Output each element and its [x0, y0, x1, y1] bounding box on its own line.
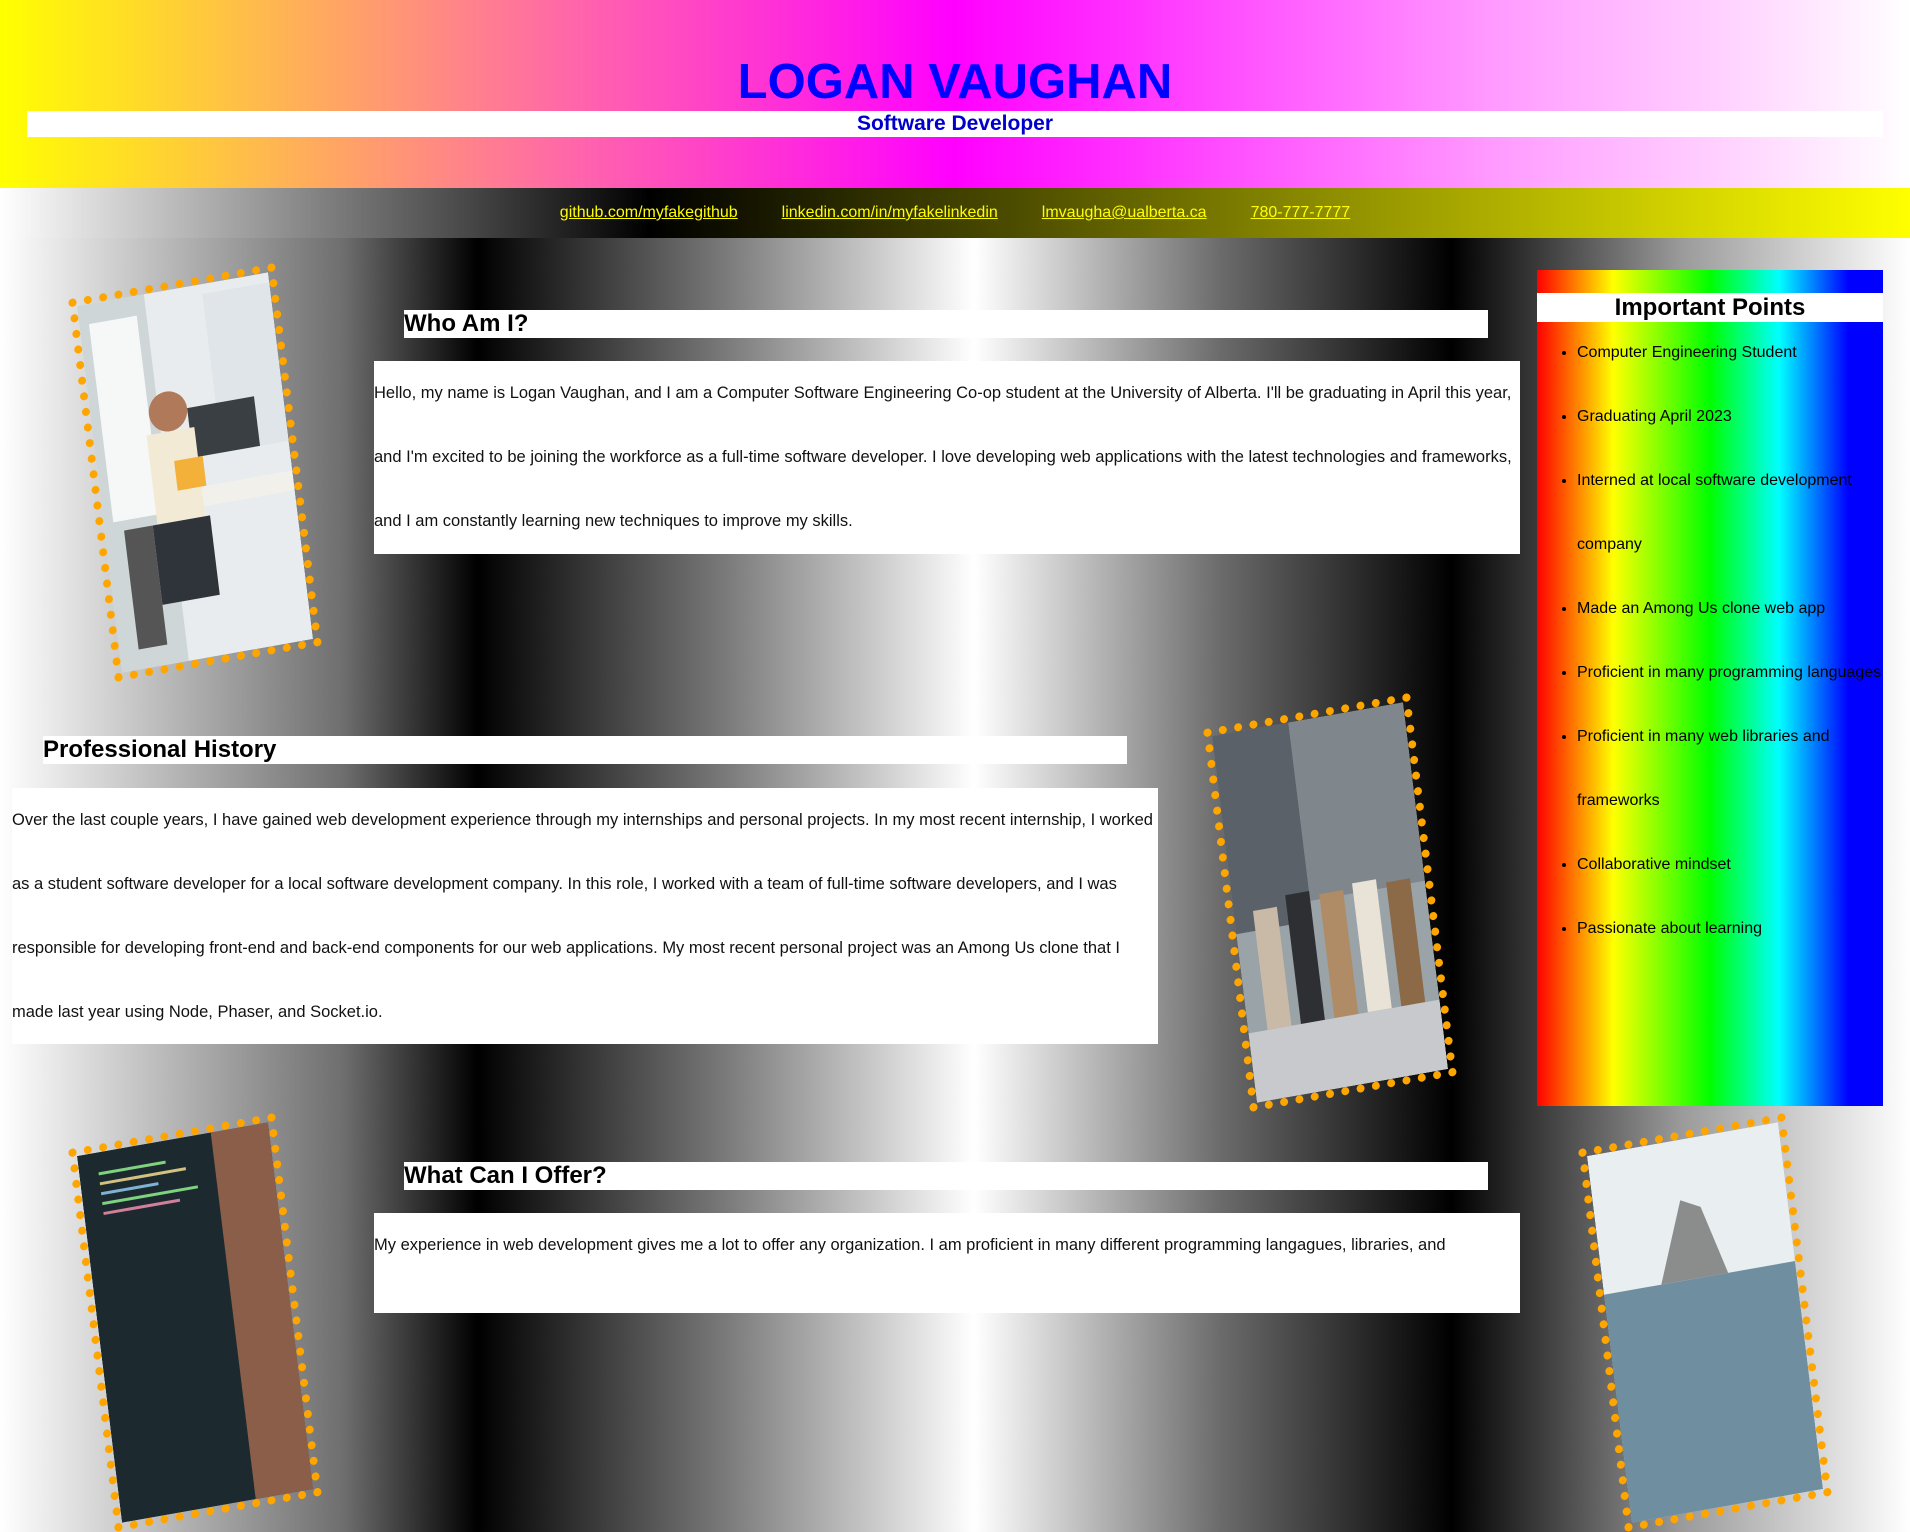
- offer-heading: What Can I Offer?: [404, 1162, 1488, 1190]
- code-photo: [68, 1112, 322, 1532]
- list-item: Collaborative mindset: [1577, 833, 1883, 897]
- phone-link[interactable]: 780-777-7777: [1251, 204, 1351, 222]
- list-item: Proficient in many programming languages: [1577, 641, 1883, 705]
- list-item: Computer Engineering Student: [1577, 321, 1883, 385]
- history-text: Over the last couple years, I have gaine…: [12, 788, 1158, 1044]
- important-points-title: Important Points: [1537, 293, 1883, 322]
- page-title: LOGAN VAUGHAN: [737, 55, 1173, 109]
- offer-text: My experience in web development gives m…: [374, 1213, 1520, 1313]
- contact-bar: github.com/myfakegithub linkedin.com/in/…: [0, 188, 1910, 238]
- list-item: Graduating April 2023: [1577, 385, 1883, 449]
- history-heading: Professional History: [43, 736, 1127, 764]
- list-item: Passionate about learning: [1577, 897, 1883, 961]
- linkedin-link[interactable]: linkedin.com/in/myfakelinkedin: [782, 204, 998, 222]
- profile-photo: [68, 262, 322, 683]
- list-item: Made an Among Us clone web app: [1577, 577, 1883, 641]
- header: LOGAN VAUGHAN Software Developer: [0, 0, 1910, 188]
- email-link[interactable]: lmvaugha@ualberta.ca: [1042, 204, 1207, 222]
- important-points-panel: Important Points Computer Engineering St…: [1537, 270, 1883, 1106]
- who-heading: Who Am I?: [404, 310, 1488, 338]
- github-link[interactable]: github.com/myfakegithub: [560, 204, 738, 222]
- important-points-list: Computer Engineering Student Graduating …: [1537, 321, 1883, 961]
- list-item: Proficient in many web libraries and fra…: [1577, 705, 1883, 833]
- who-text: Hello, my name is Logan Vaughan, and I a…: [374, 361, 1520, 554]
- list-item: Interned at local software development c…: [1577, 449, 1883, 577]
- team-photo: [1203, 692, 1457, 1113]
- job-title: Software Developer: [27, 111, 1883, 137]
- landscape-photo: [1578, 1112, 1832, 1532]
